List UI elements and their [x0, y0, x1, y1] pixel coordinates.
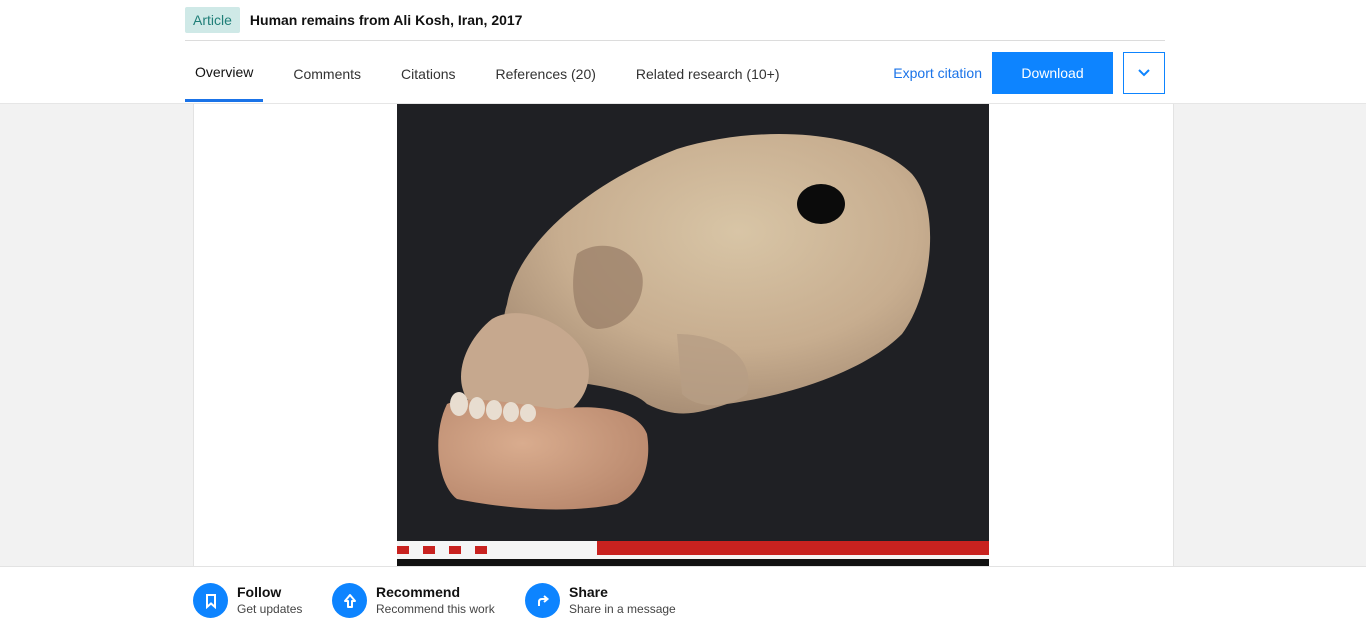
follow-title: Follow	[237, 584, 282, 600]
arrow-up-icon	[332, 583, 367, 618]
chevron-down-icon	[1138, 69, 1150, 77]
skull-figure-image	[397, 104, 989, 567]
follow-subtitle: Get updates	[237, 602, 303, 616]
download-button[interactable]: Download	[992, 52, 1113, 94]
bookmark-icon	[193, 583, 228, 618]
page-title: Human remains from Ali Kosh, Iran, 2017	[249, 11, 523, 28]
share-button[interactable]: Share Share in a message	[525, 583, 676, 618]
bottom-action-bar: Follow Get updates Recommend Recommend t…	[0, 566, 1366, 631]
title-row: Article Human remains from Ali Kosh, Ira…	[185, 6, 1165, 41]
content-card	[193, 104, 1174, 567]
header-actions: Export citation Download	[893, 52, 1165, 94]
tab-references[interactable]: References (20)	[486, 45, 606, 102]
follow-button[interactable]: Follow Get updates	[193, 583, 302, 618]
share-subtitle: Share in a message	[569, 602, 676, 616]
tab-overview[interactable]: Overview	[185, 45, 264, 102]
article-type-badge: Article	[185, 6, 240, 33]
top-header: Article Human remains from Ali Kosh, Ira…	[0, 0, 1366, 104]
recommend-title: Recommend	[376, 584, 461, 600]
share-title: Share	[569, 584, 608, 600]
export-citation-link[interactable]: Export citation	[893, 65, 982, 81]
recommend-button[interactable]: Recommend Recommend this work	[332, 583, 495, 618]
tab-related-research[interactable]: Related research (10+)	[626, 45, 790, 102]
tab-citations[interactable]: Citations	[391, 45, 465, 102]
tab-bar: Overview Comments Citations References (…	[185, 45, 809, 103]
share-arrow-icon	[525, 583, 560, 618]
recommend-subtitle: Recommend this work	[376, 602, 495, 616]
tab-comments[interactable]: Comments	[283, 45, 371, 102]
more-options-button[interactable]	[1123, 52, 1165, 94]
skull-photo	[397, 104, 989, 567]
